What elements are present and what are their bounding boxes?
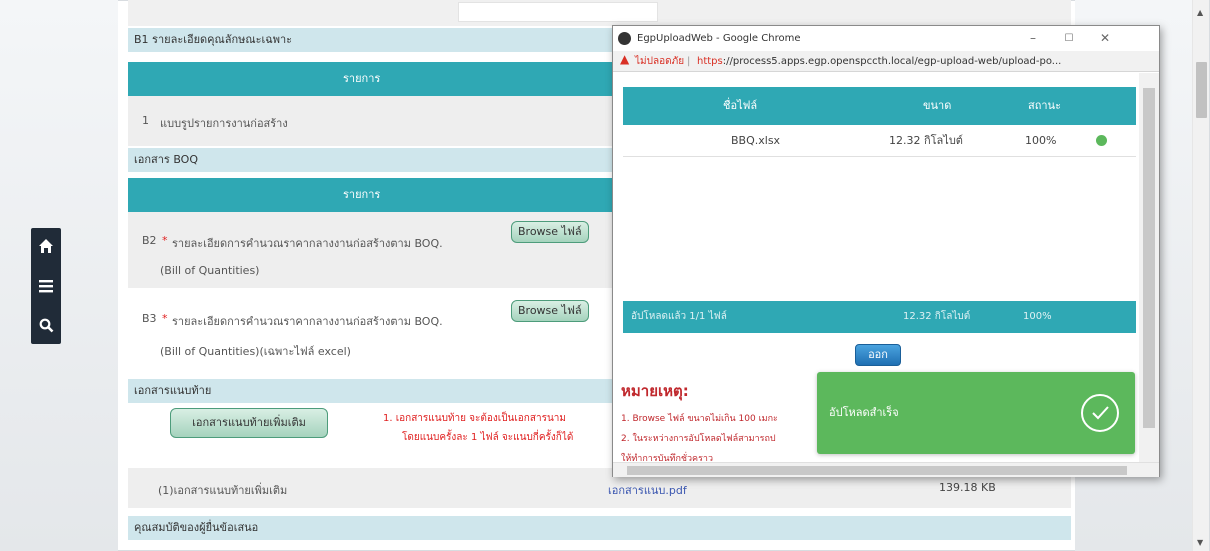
b3-browse-button[interactable]: Browse ไฟล์: [511, 300, 589, 322]
b3-text: รายละเอียดการคำนวณราคากลางงานก่อสร้างตาม…: [172, 315, 443, 328]
warning-icon: ▲: [620, 52, 630, 66]
b1-column-header: รายการ: [343, 72, 381, 85]
popup-horizontal-scroll-thumb[interactable]: [627, 466, 1127, 475]
scroll-down-arrow-icon[interactable]: ▼: [1197, 538, 1203, 547]
col-size: ขนาด: [923, 99, 952, 112]
upload-file-size: 12.32 กิโลไบต์: [889, 134, 963, 147]
b2-code: B2: [142, 234, 157, 247]
upload-total-status: 100%: [1023, 311, 1052, 322]
popup-vertical-scroll-thumb[interactable]: [1143, 88, 1155, 428]
b3-subtext: (Bill of Quantities)(เฉพาะไฟล์ excel): [160, 345, 351, 358]
b2-subtext: (Bill of Quantities): [160, 264, 260, 277]
upload-total-label: อัปโหลดแล้ว 1/1 ไฟล์: [631, 311, 727, 322]
top-strip: [128, 0, 1071, 26]
minimize-icon[interactable]: –: [1015, 26, 1051, 51]
b3-code: B3: [142, 312, 157, 325]
insecure-label: ไม่ปลอดภัย: [635, 56, 685, 67]
popup-close-button[interactable]: ออก: [855, 344, 901, 366]
popup-horizontal-scrollbar[interactable]: [613, 462, 1159, 477]
col-status: สถานะ: [1028, 99, 1061, 112]
toast-message: อัปโหลดสำเร็จ: [829, 406, 899, 419]
side-nav: [31, 228, 61, 344]
attachment-row-label: (1)เอกสารแนบท้ายเพิ่มเติม: [158, 484, 288, 497]
col-filename: ชื่อไฟล์: [723, 99, 758, 112]
popup-viewport: ชื่อไฟล์ ขนาด สถานะ BBQ.xlsx 12.32 กิโลไ…: [613, 73, 1159, 477]
check-circle-icon: [1081, 394, 1119, 432]
popup-window-title: EgpUploadWeb - Google Chrome: [637, 33, 801, 44]
boq-column-header: รายการ: [343, 188, 381, 201]
upload-success-icon: [1096, 135, 1107, 146]
popup-vertical-scrollbar[interactable]: [1139, 73, 1159, 463]
b2-required-mark: *: [162, 234, 168, 247]
b1-row-number: 1: [142, 114, 149, 127]
b2-text: รายละเอียดการคำนวณราคากลางงานก่อสร้างตาม…: [172, 237, 443, 250]
attachment-file-size: 139.18 KB: [939, 481, 996, 494]
top-input-box: [458, 2, 658, 22]
popup-note-line-2: 2. ในระหว่างการอัปโหลดไฟล์สามารถป: [621, 434, 776, 444]
add-attachment-button[interactable]: เอกสารแนบท้ายเพิ่มเติม: [170, 408, 328, 438]
upload-total-row: อัปโหลดแล้ว 1/1 ไฟล์ 12.32 กิโลไบต์ 100%: [623, 301, 1136, 333]
upload-file-name: BBQ.xlsx: [731, 134, 781, 147]
maximize-icon[interactable]: ☐: [1051, 26, 1087, 51]
attachment-file-link[interactable]: เอกสารแนบ.pdf: [608, 481, 687, 499]
b1-row-text: แบบรูปรายการงานก่อสร้าง: [160, 117, 288, 130]
close-icon[interactable]: ✕: [1087, 26, 1123, 51]
attach-note-line-2: โดยแนบครั้งละ 1 ไฟล์ จะแนบกี่ครั้งก็ได้: [402, 432, 574, 443]
upload-total-size: 12.32 กิโลไบต์: [903, 311, 971, 322]
popup-note-line-1: 1. Browse ไฟล์ ขนาดไม่เกิน 100 เมกะ: [621, 414, 778, 424]
attach-note-line-1: 1. เอกสารแนบท้าย จะต้องเป็นเอกสารนาม: [383, 413, 566, 424]
popup-titlebar[interactable]: EgpUploadWeb - Google Chrome – ☐ ✕: [613, 26, 1159, 51]
upload-popup-window: EgpUploadWeb - Google Chrome – ☐ ✕ ▲ ไม่…: [612, 25, 1160, 477]
popup-address-bar[interactable]: ▲ ไม่ปลอดภัย | https://process5.apps.egp…: [613, 51, 1159, 72]
upload-success-toast[interactable]: อัปโหลดสำเร็จ: [817, 372, 1135, 454]
address-separator: |: [687, 56, 691, 67]
b3-required-mark: *: [162, 312, 168, 325]
page-scroll-thumb[interactable]: [1196, 62, 1207, 118]
upload-table-header: ชื่อไฟล์ ขนาด สถานะ: [623, 87, 1136, 125]
chrome-logo-icon: [618, 32, 631, 45]
scroll-up-arrow-icon[interactable]: ▲: [1197, 8, 1203, 17]
home-icon[interactable]: [31, 231, 61, 261]
search-icon[interactable]: [31, 310, 61, 340]
upload-file-row: BBQ.xlsx 12.32 กิโลไบต์ 100%: [623, 125, 1136, 157]
page-scrollbar[interactable]: ▲ ▼: [1192, 0, 1209, 551]
upload-file-status: 100%: [1025, 134, 1057, 147]
b2-browse-button[interactable]: Browse ไฟล์: [511, 221, 589, 243]
popup-url[interactable]: https://process5.apps.egp.openspccth.loc…: [697, 51, 1061, 72]
popup-note-title: หมายเหตุ:: [621, 382, 689, 400]
menu-icon[interactable]: [31, 271, 61, 301]
section-bidder-title: คุณสมบัติของผู้ยื่นข้อเสนอ: [128, 516, 1071, 540]
